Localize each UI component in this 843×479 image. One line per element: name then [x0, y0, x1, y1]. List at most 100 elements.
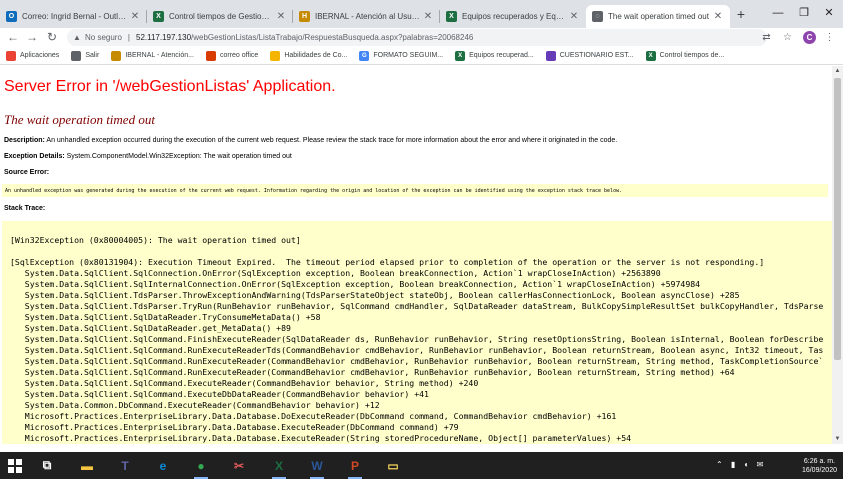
new-tab-button[interactable]: + [733, 6, 749, 22]
scroll-up-icon[interactable]: ▲ [832, 66, 843, 76]
helpdesk-icon [111, 50, 122, 61]
stack-trace-line: Microsoft.Practices.EnterpriseLibrary.Da… [10, 411, 617, 421]
bookmark-item[interactable]: Salir [71, 50, 99, 61]
stack-trace-line: System.Data.Common.DbCommand.ExecuteRead… [10, 400, 380, 410]
stack-trace-label: Stack Trace: [4, 205, 46, 212]
back-arrow-icon[interactable]: ← [5, 28, 21, 47]
helpdesk-icon: H [299, 11, 310, 22]
powerpoint-icon[interactable]: P [344, 455, 366, 479]
clock-date: 16/09/2020 [801, 467, 837, 474]
bookmark-label: CUESTIONARIO EST... [559, 52, 634, 59]
close-window-button[interactable]: ✕ [815, 0, 843, 26]
bookmark-item[interactable]: correo office [205, 50, 258, 61]
url-host: 52.117.197.130 [136, 33, 192, 42]
excel-icon: X [153, 11, 164, 22]
bookmark-label: FORMATO SEGUIM... [373, 52, 444, 59]
stack-trace-line: [Win32Exception (0x80004005): The wait o… [10, 235, 301, 245]
security-label[interactable]: No seguro [85, 33, 122, 42]
menu-dots-icon[interactable]: ⋮ [823, 31, 836, 44]
bookmark-item[interactable]: X Control tiempos de... [645, 50, 725, 61]
excel-icon: X [645, 50, 656, 61]
forward-arrow-icon[interactable]: → [24, 28, 40, 47]
bookmark-item[interactable]: CUESTIONARIO EST... [545, 50, 634, 61]
stack-trace-line: System.Data.SqlClient.SqlCommand.RunExec… [10, 356, 824, 366]
maximize-button[interactable]: ❐ [790, 0, 818, 26]
chrome-icon[interactable]: ● [190, 455, 212, 479]
stack-trace-line: System.Data.SqlClient.SqlDataReader.get_… [10, 323, 291, 333]
description-label: Description: [4, 137, 45, 144]
vertical-scrollbar[interactable]: ▲ ▼ [832, 66, 843, 444]
reload-icon[interactable]: ↻ [44, 28, 60, 47]
tab[interactable]: ◌ The wait operation timed out ✕ [586, 5, 730, 28]
bookmark-icon [270, 50, 281, 61]
excel-icon: X [446, 11, 457, 22]
stack-trace-line: System.Data.SqlClient.SqlDataReader.TryC… [10, 312, 321, 322]
scroll-down-icon[interactable]: ▼ [832, 434, 843, 444]
bookmark-label: Aplicaciones [20, 52, 60, 59]
tab-title: Correo: Ingrid Bernal - Outlook [22, 12, 127, 21]
stack-trace-line: Stack Trace: [4, 205, 45, 212]
tab-strip: O Correo: Ingrid Bernal - Outlook ✕ X Contro… [0, 0, 843, 28]
bookmark-item[interactable]: X Equipos recuperad... [455, 50, 534, 61]
tab[interactable]: H IBERNAL - Atención al Usuario ✕ [293, 5, 440, 28]
sticky-notes-icon[interactable]: ▭ [382, 455, 404, 476]
warning-icon[interactable]: ▲ [73, 33, 83, 42]
windows-start-icon[interactable] [4, 455, 26, 476]
close-tab-icon[interactable]: ✕ [568, 11, 580, 22]
bookmark-label: Habilidades de Co... [284, 52, 348, 59]
clock-time: 6:26 a. m. [803, 458, 836, 465]
minimize-button[interactable]: — [764, 0, 792, 26]
snipping-tool-icon[interactable]: ✂ [228, 455, 250, 476]
excel-icon: X [455, 50, 466, 61]
close-tab-icon[interactable]: ✕ [422, 11, 434, 22]
windows-taskbar: ⌃ ▮ ◖ ✉ 6:26 a. m. 16/09/2020 ⧉ ▬ Te ● ✂ X W P ▭ [0, 452, 843, 479]
bookmark-label: Equipos recuperad... [469, 52, 534, 59]
source-error-line: Source Error: [4, 169, 49, 176]
system-tray[interactable]: ⌃ ▮ ◖ ✉ [716, 460, 766, 469]
stack-trace-box: [Win32Exception (0x80004005): The wait o… [2, 221, 832, 444]
form-icon [545, 50, 556, 61]
scroll-thumb[interactable] [834, 78, 841, 360]
page-content: Server Error in '/webGestionListas' Appl… [0, 66, 832, 444]
close-tab-icon[interactable]: ✕ [712, 11, 724, 22]
apps-icon [6, 50, 16, 61]
divider: | [127, 33, 130, 42]
tab-title: Control tiempos de Gestion Pa... [169, 12, 273, 21]
bookmark-label: IBERNAL - Atención... [125, 52, 194, 59]
close-tab-icon[interactable]: ✕ [275, 11, 287, 22]
tab[interactable]: O Correo: Ingrid Bernal - Outlook ✕ [0, 5, 147, 28]
tab[interactable]: X Control tiempos de Gestion Pa...✕ [147, 5, 293, 28]
teams-icon[interactable]: T [114, 455, 136, 476]
clock[interactable]: 6:26 a. m. 16/09/2020 [802, 457, 837, 475]
edge-icon[interactable]: e [152, 455, 174, 476]
address-bar[interactable]: ▲ No seguro | 52.117.197.130 /webGestion… [67, 29, 767, 46]
close-tab-icon[interactable]: ✕ [129, 11, 141, 22]
bookmark-item[interactable]: G FORMATO SEGUIM... [359, 50, 444, 61]
stack-trace-line: Microsoft.Practices.EnterpriseLibrary.Da… [10, 422, 459, 432]
stack-trace-line: System.Data.SqlClient.TdsParser.TryRun(R… [10, 301, 824, 311]
excel-icon[interactable]: X [268, 455, 290, 479]
translate-icon[interactable]: ⇄ [760, 31, 773, 44]
stack-trace-line: System.Data.SqlClient.SqlCommand.FinishE… [10, 334, 824, 344]
stack-trace-line: System.Data.SqlClient.SqlCommand.Execute… [10, 378, 479, 388]
star-icon[interactable]: ☆ [781, 31, 794, 44]
url-path: /webGestionListas/ListaTrabajo/Respuesta… [191, 33, 474, 42]
page-bottom [0, 444, 843, 452]
description-line: Description: An unhandled exception occu… [4, 137, 617, 144]
file-explorer-icon[interactable]: ▬ [76, 455, 98, 476]
task-view-icon[interactable]: ⧉ [36, 455, 58, 476]
source-error-box: An unhandled exception was generated dur… [2, 184, 828, 197]
tab[interactable]: X Equipos recuperados y Equipos ✕ [440, 5, 586, 28]
office-icon [205, 50, 216, 61]
tab-title: Equipos recuperados y Equipos [462, 12, 566, 21]
bookmarks-bar: Aplicaciones Salir IBERNAL - Atención... co… [0, 47, 843, 65]
outlook-icon: O [6, 11, 17, 22]
word-icon[interactable]: W [306, 455, 328, 479]
bookmark-item[interactable]: Aplicaciones [6, 50, 60, 61]
bookmark-label: Control tiempos de... [659, 52, 725, 59]
bookmark-item[interactable]: IBERNAL - Atención... [111, 50, 194, 61]
exception-text: System.ComponentModel.Win32Exception: Th… [66, 153, 292, 160]
bookmark-item[interactable]: Habilidades de Co... [270, 50, 348, 61]
error-title: Server Error in '/webGestionListas' Appl… [4, 78, 336, 95]
profile-avatar[interactable]: C [803, 31, 816, 44]
